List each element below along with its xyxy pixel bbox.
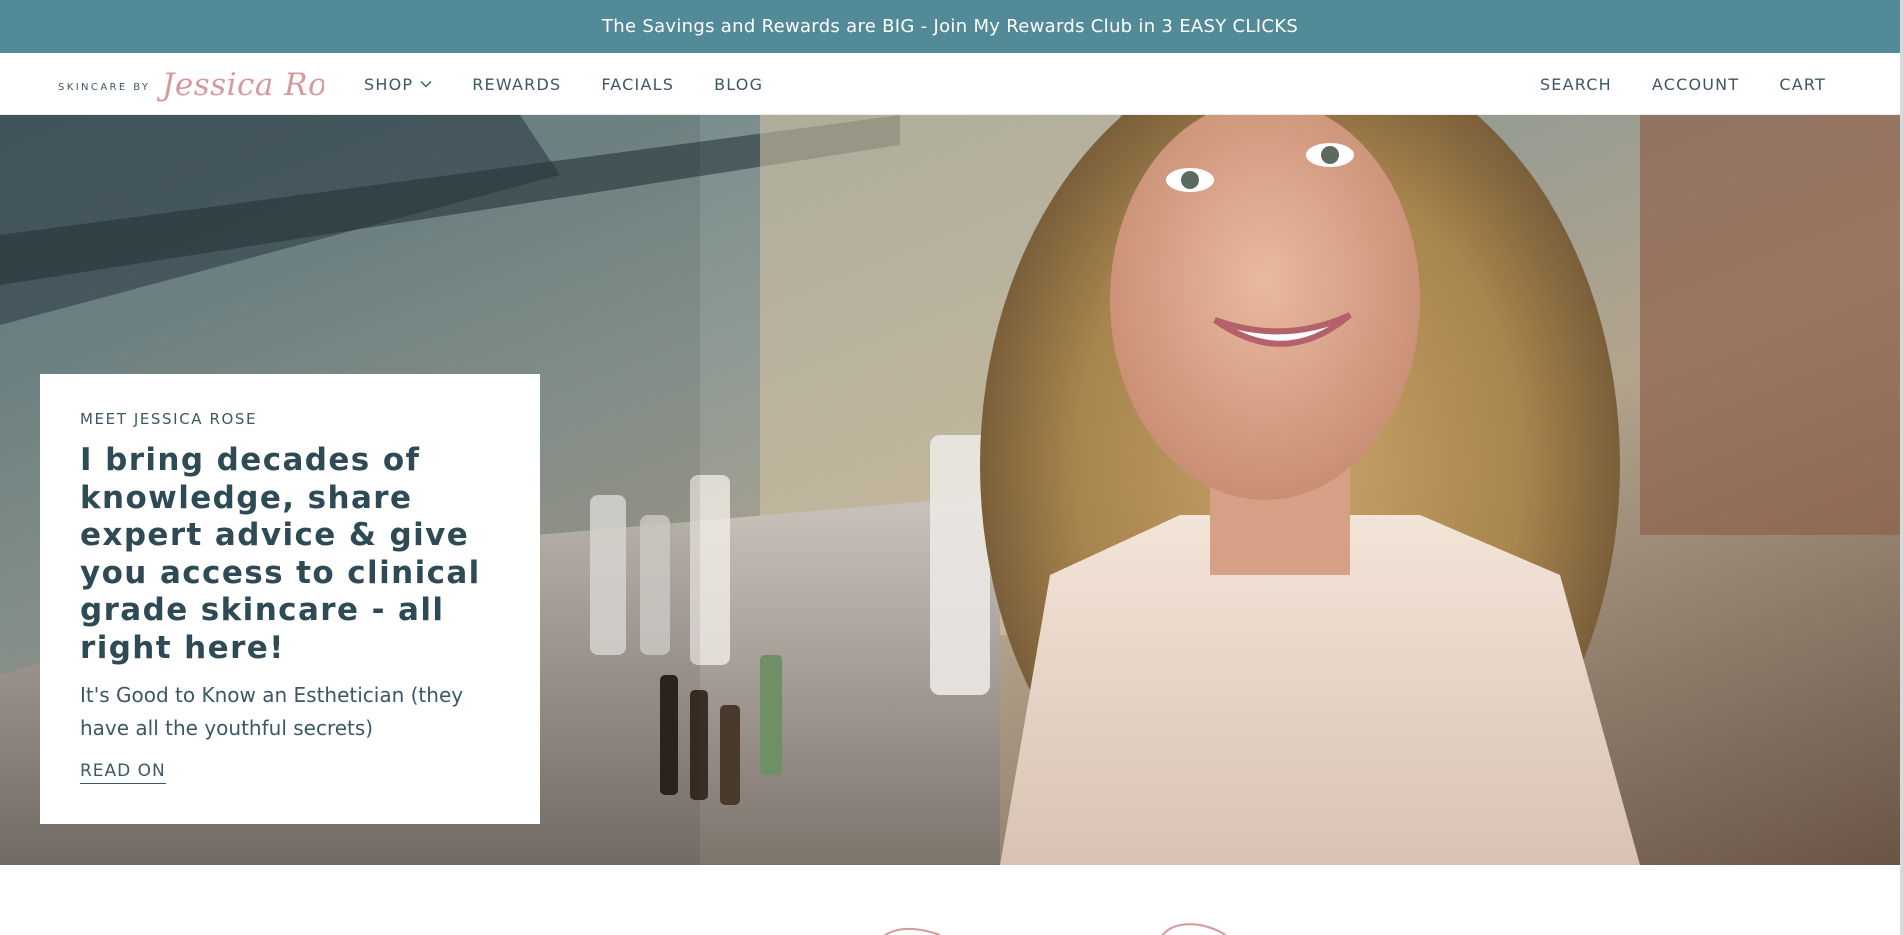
logo-prefix: SKINCARE BY [58, 82, 150, 93]
site-logo[interactable]: SKINCARE BY Jessica Rose [58, 57, 324, 111]
chevron-down-icon [420, 80, 432, 88]
nav-search[interactable]: SEARCH [1540, 75, 1612, 94]
nav-shop-label: SHOP [364, 74, 414, 94]
logo-script: Jessica Rose [156, 67, 324, 103]
utility-nav: SEARCH ACCOUNT CART [1500, 53, 1826, 115]
nav-shop[interactable]: SHOP [364, 75, 432, 94]
hero-headline: I bring decades of knowledge, share expe… [80, 442, 481, 666]
nav-facials[interactable]: FACIALS [601, 75, 674, 94]
hero-banner: MEET JESSICA ROSE I bring decades of kno… [0, 115, 1900, 865]
logo-image: SKINCARE BY Jessica Rose [58, 67, 324, 103]
section-peek [0, 865, 1900, 935]
site-header: SKINCARE BY Jessica Rose SHOP REWARDS FA… [0, 53, 1900, 115]
hero-subtext: It's Good to Know an Esthetician (they h… [80, 683, 464, 740]
nav-blog[interactable]: BLOG [714, 75, 763, 94]
hero-eyebrow: MEET JESSICA ROSE [80, 410, 258, 428]
script-logo-fragment-icon [883, 923, 1227, 935]
hero-card: MEET JESSICA ROSE I bring decades of kno… [40, 374, 540, 824]
read-on-link[interactable]: READ ON [80, 761, 166, 784]
nav-rewards[interactable]: REWARDS [472, 75, 561, 94]
announcement-bar: The Savings and Rewards are BIG - Join M… [0, 0, 1900, 53]
nav-cart[interactable]: CART [1779, 75, 1826, 94]
announcement-link[interactable]: The Savings and Rewards are BIG - Join M… [602, 16, 1298, 37]
primary-nav: SHOP REWARDS FACIALS BLOG [364, 53, 803, 115]
nav-account[interactable]: ACCOUNT [1652, 75, 1739, 94]
